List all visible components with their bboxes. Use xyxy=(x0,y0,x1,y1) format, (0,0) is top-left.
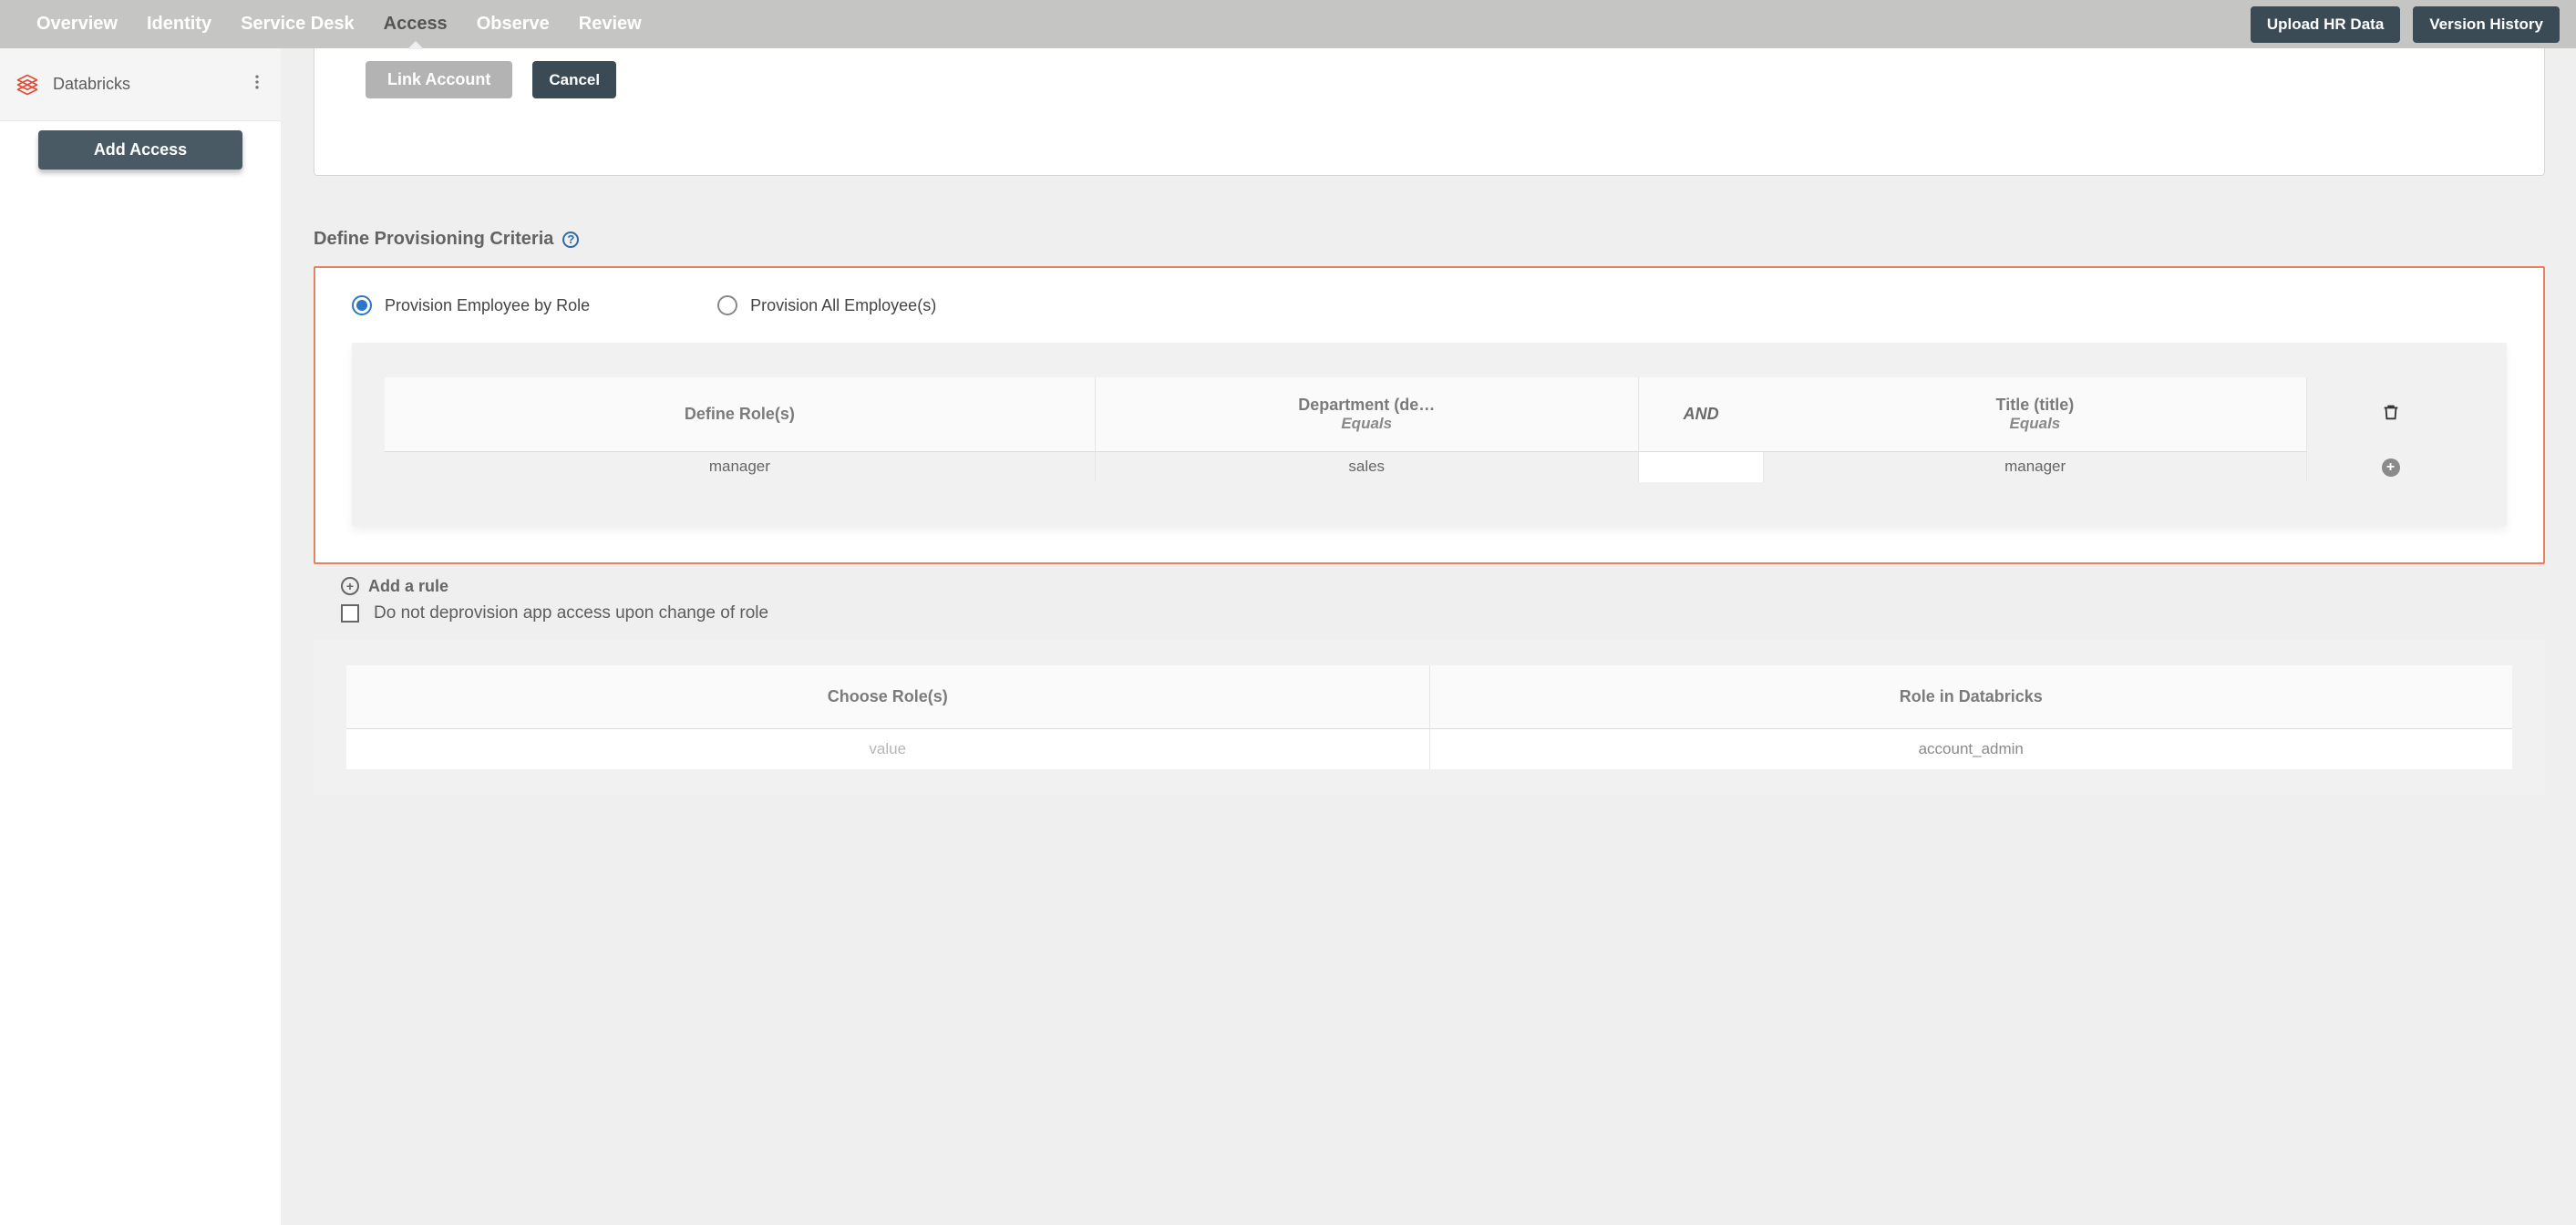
radio-selected-icon xyxy=(352,295,372,315)
col-department: Department (de… Equals xyxy=(1095,377,1638,452)
kebab-menu-icon[interactable] xyxy=(248,73,266,96)
radio-provision-by-role[interactable]: Provision Employee by Role xyxy=(352,295,590,315)
top-nav-tabs: Overview Identity Service Desk Access Ob… xyxy=(22,0,656,48)
add-access-button[interactable]: Add Access xyxy=(38,130,242,170)
tab-access[interactable]: Access xyxy=(369,0,462,48)
col-title-label: Title (title) xyxy=(1996,396,2075,414)
main-content: Link Account Cancel Define Provisioning … xyxy=(283,48,2576,1225)
trash-icon[interactable] xyxy=(2381,402,2401,427)
tab-review[interactable]: Review xyxy=(564,0,656,48)
tab-observe[interactable]: Observe xyxy=(462,0,564,48)
role-mapping-box: Choose Role(s) Role in Databricks value … xyxy=(314,640,2545,795)
cell-role-in-app-value[interactable]: account_admin xyxy=(1429,728,2512,769)
role-rule-row: manager sales manager + xyxy=(385,452,2474,482)
col-and: AND xyxy=(1638,377,1764,452)
sidebar-item-label: Databricks xyxy=(53,75,248,94)
col-define-roles: Define Role(s) xyxy=(385,377,1095,452)
cell-role-name[interactable]: manager xyxy=(385,452,1095,482)
provisioning-criteria-title: Define Provisioning Criteria ? xyxy=(314,229,2545,250)
top-nav-actions: Upload HR Data Version History xyxy=(2251,6,2560,43)
and-operator: AND xyxy=(1684,405,1719,423)
section-title-text: Define Provisioning Criteria xyxy=(314,229,553,250)
role-definition-table: Define Role(s) Department (de… Equals AN… xyxy=(385,377,2474,482)
deprovision-checkbox-label: Do not deprovision app access upon chang… xyxy=(374,603,768,623)
sidebar: Databricks Add Access xyxy=(0,48,283,1225)
radio-label: Provision All Employee(s) xyxy=(750,296,936,315)
top-nav: Overview Identity Service Desk Access Ob… xyxy=(0,0,2576,48)
link-account-button[interactable]: Link Account xyxy=(366,61,512,98)
cell-title-value[interactable]: manager xyxy=(1764,452,2307,482)
cell-add-condition: + xyxy=(2307,452,2474,482)
tab-service-desk[interactable]: Service Desk xyxy=(226,0,369,48)
version-history-button[interactable]: Version History xyxy=(2413,6,2560,43)
tab-identity[interactable]: Identity xyxy=(132,0,226,48)
deprovision-checkbox[interactable] xyxy=(341,604,359,623)
plus-icon[interactable]: + xyxy=(2382,458,2400,477)
help-icon[interactable]: ? xyxy=(562,232,579,248)
deprovision-checkbox-row: Do not deprovision app access upon chang… xyxy=(341,603,2545,623)
radio-provision-all[interactable]: Provision All Employee(s) xyxy=(717,295,936,315)
provisioning-criteria-panel: Provision Employee by Role Provision All… xyxy=(314,266,2545,564)
link-account-panel: Link Account Cancel xyxy=(314,48,2545,176)
tab-overview[interactable]: Overview xyxy=(22,0,132,48)
radio-unselected-icon xyxy=(717,295,737,315)
cancel-button[interactable]: Cancel xyxy=(532,61,616,98)
col-role-in-app: Role in Databricks xyxy=(1429,665,2512,729)
col-delete xyxy=(2307,377,2474,452)
col-department-label: Department (de… xyxy=(1298,396,1435,414)
col-department-op: Equals xyxy=(1107,415,1627,433)
role-mapping-table: Choose Role(s) Role in Databricks value … xyxy=(346,665,2512,769)
cell-department-value[interactable]: sales xyxy=(1095,452,1638,482)
databricks-icon xyxy=(15,72,40,98)
add-rule-button[interactable]: + Add a rule xyxy=(341,577,2545,596)
role-mapping-row: value account_admin xyxy=(346,728,2512,769)
plus-outline-icon: + xyxy=(341,577,359,595)
col-choose-roles: Choose Role(s) xyxy=(346,665,1429,729)
add-rule-label: Add a rule xyxy=(368,577,448,596)
cell-choose-role[interactable]: value xyxy=(346,728,1429,769)
role-rule-box: Define Role(s) Department (de… Equals AN… xyxy=(352,343,2507,526)
choose-role-placeholder: value xyxy=(869,740,906,757)
sidebar-item-databricks[interactable]: Databricks xyxy=(0,48,281,121)
radio-label: Provision Employee by Role xyxy=(385,296,590,315)
col-title-op: Equals xyxy=(1775,415,2295,433)
col-title: Title (title) Equals xyxy=(1764,377,2307,452)
upload-hr-data-button[interactable]: Upload HR Data xyxy=(2251,6,2400,43)
cell-and-spacer xyxy=(1638,452,1764,482)
